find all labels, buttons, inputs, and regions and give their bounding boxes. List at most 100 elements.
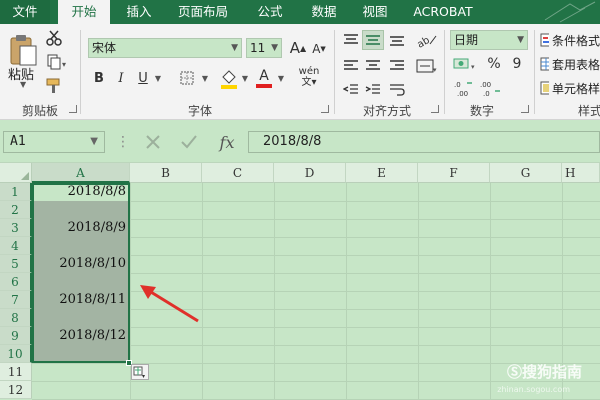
svg-text:.00: .00 (480, 81, 491, 89)
row-header-11[interactable]: 11 (0, 363, 32, 381)
chevron-down-icon[interactable]: ▼ (276, 70, 286, 86)
enter-icon[interactable] (178, 131, 200, 153)
increase-font-size-button[interactable]: A ▲ (288, 38, 308, 58)
tab-page-layout[interactable]: 页面布局 (170, 0, 236, 24)
cut-icon[interactable] (44, 28, 64, 48)
column-header-d[interactable]: D (274, 163, 346, 183)
font-color-swatch (256, 84, 272, 88)
formula-input[interactable]: 2018/8/8 (248, 131, 600, 153)
number-group-label: 数字 (469, 104, 494, 118)
number-format-select[interactable]: 日期 ▼ (450, 30, 528, 50)
more-options-icon[interactable]: ⋮ (116, 133, 130, 151)
row-header-9[interactable]: 9 (0, 327, 32, 345)
decrease-indent-icon[interactable] (340, 80, 362, 100)
underline-button[interactable]: U (134, 68, 152, 88)
orientation-icon[interactable]: ab (414, 30, 440, 50)
align-top-icon[interactable] (340, 30, 362, 50)
row-header-6[interactable]: 6 (0, 273, 32, 291)
chevron-down-icon[interactable]: ▼ (153, 70, 163, 86)
column-header-e[interactable]: E (346, 163, 418, 183)
paste-dropdown-icon[interactable]: ▼ (20, 80, 26, 89)
font-name-select[interactable]: 宋体 ▼ (88, 38, 242, 58)
name-box[interactable]: A1 ▼ (3, 131, 105, 153)
phonetic-glyph: 文▾ (301, 76, 317, 88)
align-right-icon[interactable] (386, 56, 408, 76)
align-middle-icon[interactable] (362, 30, 384, 50)
column-header-a[interactable]: A (32, 163, 130, 183)
copy-icon[interactable]: ▾ (44, 52, 70, 72)
alignment-launcher-icon[interactable] (431, 105, 439, 113)
phonetic-icon: wén (298, 65, 320, 77)
align-center-icon[interactable] (362, 56, 384, 76)
italic-button[interactable]: I (112, 68, 130, 88)
row-header-2[interactable]: 2 (0, 201, 32, 219)
tab-view[interactable]: 视图 (355, 0, 395, 24)
cell-a3[interactable]: 2018/8/9 (32, 219, 128, 237)
tab-home[interactable]: 开始 (58, 0, 110, 24)
chevron-down-icon[interactable]: ▼ (240, 70, 250, 86)
borders-icon[interactable] (176, 68, 198, 88)
column-header-c[interactable]: C (202, 163, 274, 183)
row-header-5[interactable]: 5 (0, 255, 32, 273)
svg-text:▾: ▾ (142, 373, 145, 379)
phonetic-guide-button[interactable]: wén 文▾ (294, 64, 324, 90)
format-as-table-button[interactable]: 套用表格 (540, 54, 600, 74)
decrease-decimal-icon[interactable]: .00.0 (478, 78, 502, 100)
column-header-g[interactable]: G (490, 163, 562, 183)
decrease-font-size-button[interactable]: A ▼ (310, 40, 328, 58)
cell-a1[interactable]: 2018/8/8 (32, 183, 128, 201)
tab-formulas[interactable]: 公式 (248, 0, 292, 24)
tab-data[interactable]: 数据 (302, 0, 346, 24)
column-header-b[interactable]: B (130, 163, 202, 183)
cell-a5[interactable]: 2018/8/10 (32, 255, 128, 273)
merge-center-icon[interactable]: ▾ (414, 56, 440, 76)
comma-style-button[interactable]: 9 (508, 54, 526, 74)
percent-style-button[interactable]: % (484, 54, 504, 74)
chevron-down-icon: ▼ (90, 136, 98, 147)
row-header-8[interactable]: 8 (0, 309, 32, 327)
tab-file[interactable]: 文件 (0, 0, 50, 24)
wrap-text-icon[interactable] (386, 80, 408, 100)
chevron-down-icon: ▼ (271, 43, 278, 53)
auto-fill-options-button[interactable]: ▾ (131, 364, 149, 380)
chevron-down-icon[interactable]: ▼ (200, 70, 210, 86)
select-all-button[interactable] (0, 163, 32, 183)
chevron-down-icon: ▼ (231, 43, 238, 53)
cell-a9[interactable]: 2018/8/12 (32, 327, 128, 345)
tab-insert[interactable]: 插入 (116, 0, 162, 24)
row-header-1[interactable]: 1 (0, 183, 32, 201)
cell-styles-button[interactable]: 单元格样 (540, 78, 600, 98)
cancel-icon[interactable] (142, 131, 164, 153)
font-size-value: 11 (250, 41, 266, 55)
row-header-4[interactable]: 4 (0, 237, 32, 255)
tab-acrobat[interactable]: ACROBAT (408, 0, 478, 24)
accounting-format-icon[interactable]: ▾ (452, 54, 480, 74)
increase-decimal-icon[interactable]: .0.00 (452, 78, 476, 100)
insert-function-icon[interactable]: fx (214, 131, 240, 153)
row-header-3[interactable]: 3 (0, 219, 32, 237)
clipboard-launcher-icon[interactable] (69, 105, 77, 113)
number-launcher-icon[interactable] (521, 105, 529, 113)
font-color-button[interactable]: A (254, 66, 274, 90)
align-bottom-icon[interactable] (386, 30, 408, 50)
conditional-formatting-button[interactable]: 条件格式 (540, 30, 600, 50)
row-header-12[interactable]: 12 (0, 381, 32, 399)
cell-a7[interactable]: 2018/8/11 (32, 291, 128, 309)
watermark-logo: Ⓢ搜狗指南 (507, 361, 582, 382)
font-group-label: 字体 (187, 104, 212, 118)
column-header-f[interactable]: F (418, 163, 490, 183)
row-header-10[interactable]: 10 (0, 345, 32, 363)
align-left-icon[interactable] (340, 56, 362, 76)
font-launcher-icon[interactable] (321, 105, 329, 113)
gridline (418, 183, 419, 400)
font-size-select[interactable]: 11 ▼ (246, 38, 282, 58)
column-header-h[interactable]: H (562, 163, 600, 183)
fill-color-icon[interactable] (218, 66, 240, 90)
row-header-7[interactable]: 7 (0, 291, 32, 309)
ribbon: 粘贴 ▼ ▾ 剪贴板 宋体 ▼ 11 ▼ A ▲ A ▼ B I U ▼ ▼ ▼ A ▼… (0, 24, 600, 120)
bold-button[interactable]: B (90, 68, 108, 88)
format-painter-icon[interactable] (44, 76, 64, 96)
increase-indent-icon[interactable] (362, 80, 384, 100)
svg-text:.0: .0 (483, 90, 490, 98)
font-color-icon: A (259, 68, 269, 84)
